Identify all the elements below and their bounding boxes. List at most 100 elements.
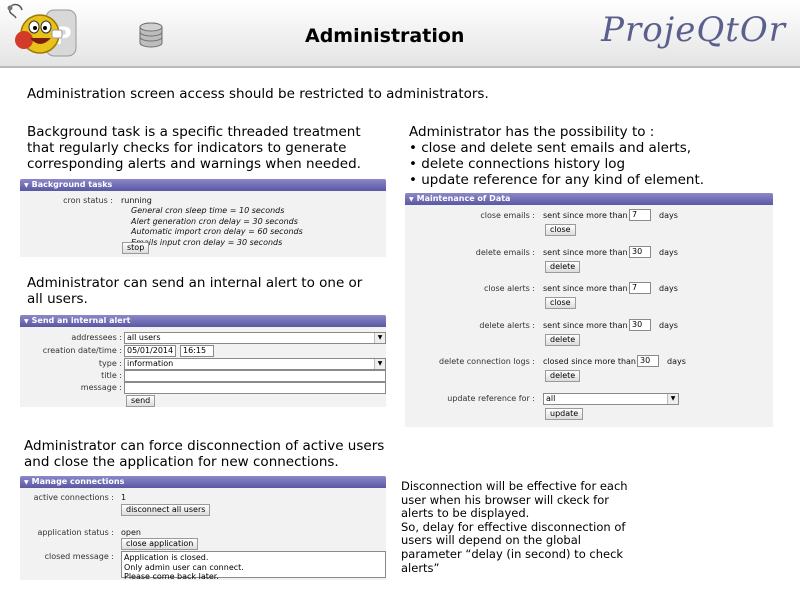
delete-alerts-button[interactable]: delete bbox=[545, 334, 581, 346]
database-icon bbox=[139, 22, 163, 48]
background-task-text: Background task is a specific threaded t… bbox=[27, 124, 361, 172]
cron-detail-line: Emails input cron delay = 30 seconds bbox=[131, 237, 283, 247]
panel-title: Maintenance of Data bbox=[416, 194, 511, 203]
delete-emails-label: delete emails : bbox=[475, 248, 535, 257]
update-button[interactable]: update bbox=[545, 408, 584, 420]
text-line: that regularly checks for indicators to … bbox=[27, 140, 347, 156]
close-alerts-button[interactable]: close bbox=[545, 297, 576, 309]
cron-detail-line: Alert generation cron delay = 30 seconds bbox=[131, 216, 298, 226]
update-reference-select[interactable]: all ▼ bbox=[543, 393, 679, 405]
close-emails-days-input[interactable]: 7 bbox=[629, 209, 651, 221]
text-line: users will depend on the global bbox=[401, 533, 581, 548]
delete-emails-days-input[interactable]: 30 bbox=[629, 246, 651, 258]
delete-alerts-text: sent since more than bbox=[543, 321, 628, 330]
collapse-triangle-icon: ▼ bbox=[24, 318, 29, 325]
send-alert-panel: ▼ Send an internal alert addressees : all… bbox=[20, 315, 386, 407]
manage-connections-panel: ▼ Manage connections active connections :… bbox=[20, 476, 386, 581]
application-status-value: open bbox=[121, 528, 141, 537]
panel-title: Background tasks bbox=[31, 180, 113, 189]
delete-connection-logs-text: closed since more than bbox=[543, 357, 636, 366]
close-emails-label: close emails : bbox=[480, 211, 535, 220]
message-label: message : bbox=[80, 383, 122, 392]
close-alerts-unit: days bbox=[659, 284, 678, 293]
send-alert-header[interactable]: ▼ Send an internal alert bbox=[20, 315, 386, 327]
addressees-select[interactable]: all users ▼ bbox=[124, 332, 386, 344]
text-line: So, delay for effective disconnection of bbox=[401, 519, 626, 534]
close-application-button[interactable]: close application bbox=[121, 538, 199, 550]
text-line: Disconnection will be effective for each bbox=[401, 479, 628, 493]
text-line: parameter “delay (in second) to check bbox=[401, 546, 624, 561]
send-alert-text: Administrator can send an internal alert… bbox=[27, 275, 362, 307]
active-connections-label: active connections : bbox=[33, 493, 114, 502]
cron-status-value: running bbox=[121, 196, 152, 205]
text-line: alerts to be displayed. bbox=[401, 506, 530, 521]
background-tasks-panel: ▼ Background tasks cron status : running … bbox=[20, 179, 386, 257]
close-alerts-text: sent since more than bbox=[543, 284, 628, 293]
delete-alerts-days-input[interactable]: 30 bbox=[629, 319, 651, 331]
creation-date-field[interactable]: 05/01/2014 bbox=[124, 345, 176, 357]
cron-detail-line: Automatic import cron delay = 60 seconds bbox=[131, 227, 303, 236]
maintenance-header[interactable]: ▼ Maintenance of Data bbox=[405, 193, 773, 205]
active-connections-value: 1 bbox=[121, 493, 127, 502]
manage-connections-header[interactable]: ▼ Manage connections bbox=[20, 476, 386, 488]
text-line: Administrator can send an internal alert… bbox=[27, 275, 363, 291]
collapse-triangle-icon: ▼ bbox=[409, 196, 414, 203]
text-line: user when his browser will ckeck for bbox=[401, 492, 609, 507]
delete-connection-logs-button[interactable]: delete bbox=[545, 370, 581, 382]
brand-logo: ProjeQtOr bbox=[601, 10, 786, 50]
delete-emails-text: sent since more than bbox=[543, 248, 628, 257]
textarea-line: Please come back later. bbox=[124, 572, 219, 581]
delete-connection-logs-days-input[interactable]: 30 bbox=[637, 355, 659, 367]
message-input[interactable] bbox=[124, 382, 386, 394]
textarea-line: Only admin user can connect. bbox=[124, 562, 244, 572]
delete-emails-unit: days bbox=[659, 248, 678, 257]
close-emails-button[interactable]: close bbox=[545, 224, 576, 236]
close-emails-text: sent since more than bbox=[543, 211, 628, 220]
panel-title: Manage connections bbox=[31, 477, 125, 486]
delete-emails-button[interactable]: delete bbox=[545, 261, 581, 273]
title-input[interactable] bbox=[124, 370, 386, 382]
select-value: all bbox=[546, 394, 556, 403]
intro-text: Administration screen access should be r… bbox=[27, 86, 489, 102]
background-tasks-header[interactable]: ▼ Background tasks bbox=[20, 179, 386, 191]
send-button[interactable]: send bbox=[126, 395, 156, 407]
addressees-label: addressees : bbox=[71, 333, 122, 342]
text-line: Administrator can force disconnection of… bbox=[24, 438, 385, 454]
stop-button[interactable]: stop bbox=[122, 242, 150, 254]
maintenance-panel: ▼ Maintenance of Data close emails : sent… bbox=[405, 193, 773, 427]
close-emails-unit: days bbox=[659, 211, 678, 220]
cron-details: General cron sleep time = 10 seconds Ale… bbox=[131, 206, 303, 248]
textarea-line: Application is closed. bbox=[124, 553, 209, 562]
chevron-down-icon: ▼ bbox=[374, 359, 385, 369]
cron-status-label: cron status : bbox=[63, 196, 113, 205]
delete-connection-logs-label: delete connection logs : bbox=[439, 357, 535, 366]
mascot-logo-icon: P bbox=[7, 3, 77, 57]
delete-connection-logs-unit: days bbox=[667, 357, 686, 366]
text-line: corresponding alerts and warnings when n… bbox=[27, 156, 361, 172]
cron-detail-line: General cron sleep time = 10 seconds bbox=[131, 206, 285, 215]
disconnect-all-users-button[interactable]: disconnect all users bbox=[121, 504, 211, 516]
collapse-triangle-icon: ▼ bbox=[24, 479, 29, 486]
delete-alerts-unit: days bbox=[659, 321, 678, 330]
type-select[interactable]: information ▼ bbox=[124, 358, 386, 370]
title-label: title : bbox=[101, 371, 122, 380]
text-line: Background task is a specific threaded t… bbox=[27, 124, 361, 140]
text-line: and close the application for new connec… bbox=[24, 454, 339, 470]
close-alerts-label: close alerts : bbox=[483, 284, 535, 293]
panel-title: Send an internal alert bbox=[31, 316, 131, 325]
closed-message-textarea[interactable]: Application is closed. Only admin user c… bbox=[121, 551, 386, 581]
collapse-triangle-icon: ▼ bbox=[24, 182, 29, 189]
creation-time-field[interactable]: 16:15 bbox=[180, 345, 214, 357]
disconnect-text: Administrator can force disconnection of… bbox=[24, 438, 384, 470]
page-title: Administration bbox=[305, 25, 465, 47]
select-value: all users bbox=[127, 333, 161, 342]
admin-possibility-text: Administrator has the possibility to : •… bbox=[409, 124, 704, 188]
disconnection-note: Disconnection will be effective for each… bbox=[401, 479, 636, 575]
text-line: Administrator has the possibility to : bbox=[409, 124, 655, 140]
delete-alerts-label: delete alerts : bbox=[479, 321, 535, 330]
chevron-down-icon: ▼ bbox=[667, 394, 678, 404]
close-alerts-days-input[interactable]: 7 bbox=[629, 282, 651, 294]
update-reference-label: update reference for : bbox=[447, 394, 535, 403]
creation-date-label: creation date/time : bbox=[42, 346, 122, 355]
text-line: • delete connections history log bbox=[409, 156, 626, 172]
